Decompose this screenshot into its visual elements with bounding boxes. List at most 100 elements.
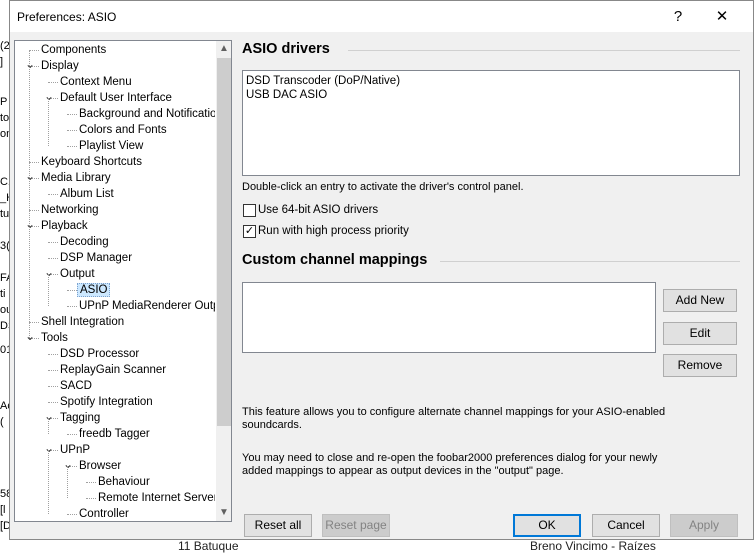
tree-item-label: Default User Interface — [60, 92, 172, 104]
edit-button[interactable]: Edit — [663, 322, 737, 345]
tree-connector — [48, 370, 58, 371]
tree-item[interactable]: ReplayGain Scanner — [58, 362, 168, 378]
tree-item[interactable]: Album List — [58, 186, 116, 202]
reset-page-button[interactable]: Reset page — [322, 514, 390, 537]
tree-connector — [29, 162, 39, 163]
tree-item[interactable]: Default User Interface — [58, 90, 174, 106]
tree-item[interactable]: ASIO — [77, 282, 111, 298]
tree-item[interactable]: Keyboard Shortcuts — [39, 154, 144, 170]
reset-all-button[interactable]: Reset all — [244, 514, 312, 537]
background-text-fragment: ( — [0, 416, 4, 428]
background-window-left-edge: (2] Pto on C1 _Htu 3(FA ti ou DS 01 Ac (58 [l [D — [0, 0, 9, 553]
tree-item-label: Behaviour — [98, 476, 150, 488]
apply-button[interactable]: Apply — [670, 514, 738, 537]
channel-mappings-list[interactable] — [242, 282, 656, 353]
tree-item[interactable]: Spotify Integration — [58, 394, 155, 410]
tree-item[interactable]: Tagging — [58, 410, 102, 426]
tree-connector — [86, 482, 96, 483]
driver-item[interactable]: USB DAC ASIO — [246, 89, 327, 101]
tree-guide-line — [29, 50, 30, 338]
tree-item[interactable]: Decoding — [58, 234, 111, 250]
tree-item-label: Tools — [41, 332, 68, 344]
driver-item[interactable]: DSD Transcoder (DoP/Native) — [246, 75, 400, 87]
tree-item[interactable]: DSP Manager — [58, 250, 134, 266]
cancel-button[interactable]: Cancel — [592, 514, 660, 537]
tree-item[interactable]: UPnP — [58, 442, 92, 458]
tree-item[interactable]: SACD — [58, 378, 94, 394]
tree-item[interactable]: DSD Processor — [58, 346, 141, 362]
tree-item-label: ReplayGain Scanner — [60, 364, 167, 376]
close-button[interactable]: ✕ — [700, 1, 744, 32]
heading-rule — [440, 261, 740, 262]
background-text-fragment: DS — [0, 320, 9, 332]
tree-item[interactable]: Browser — [77, 458, 123, 474]
tree-connector — [86, 498, 96, 499]
background-text-fragment: _H — [0, 192, 9, 204]
background-text-fragment: Ac — [0, 400, 9, 412]
tree-connector — [48, 82, 58, 83]
scroll-down-arrow-icon[interactable]: ▼ — [216, 505, 231, 521]
tree-scrollbar[interactable]: ▲ ▼ — [216, 41, 231, 521]
background-text-fragment: 01 — [0, 344, 9, 356]
tree-guide-line — [48, 274, 49, 306]
background-text-fragment: C1 — [0, 176, 9, 188]
tree-item[interactable]: Tools — [39, 330, 70, 346]
mappings-reopen-note: You may need to close and re-open the fo… — [242, 452, 658, 477]
tree-item[interactable]: Output — [58, 266, 97, 282]
scroll-thumb[interactable] — [217, 58, 231, 426]
use-64bit-checkbox[interactable] — [243, 204, 256, 217]
high-priority-checkbox[interactable]: ✓ — [243, 225, 256, 238]
background-track-artist: Breno Vincimo - Raízes — [530, 539, 656, 553]
background-text-fragment: ] — [0, 56, 4, 68]
drivers-hint: Double-click an entry to activate the dr… — [242, 181, 524, 193]
heading-rule — [348, 50, 740, 51]
background-text-fragment: to — [0, 112, 9, 124]
tree-item[interactable]: UPnP MediaRenderer Output — [77, 298, 215, 314]
tree-item[interactable]: Background and Notifications — [77, 106, 215, 122]
tree-item-label: Output — [60, 268, 95, 280]
tree-item[interactable]: Playlist View — [77, 138, 145, 154]
tree-connector — [29, 322, 39, 323]
tree-connector — [29, 210, 39, 211]
add-new-button[interactable]: Add New — [663, 289, 737, 312]
tree-item-label: Album List — [60, 188, 114, 200]
background-text-fragment: FA — [0, 272, 9, 284]
tree-item[interactable]: freedb Tagger — [77, 426, 152, 442]
tree-item-label: Browser — [79, 460, 122, 472]
use-64bit-label[interactable]: Use 64-bit ASIO drivers — [258, 204, 378, 217]
tree-item[interactable]: Shell Integration — [39, 314, 126, 330]
tree-item-label: UPnP — [60, 444, 91, 456]
ok-button[interactable]: OK — [513, 514, 581, 537]
tree-item[interactable]: Media Library — [39, 170, 113, 186]
remove-button[interactable]: Remove — [663, 354, 737, 377]
tree-connector — [48, 386, 58, 387]
tree-item-label: Keyboard Shortcuts — [41, 156, 143, 168]
tree-item-label: Background and Notifications — [79, 108, 215, 120]
tree-connector — [67, 514, 77, 515]
tree-item[interactable]: Networking — [39, 202, 101, 218]
preferences-dialog: Preferences: ASIO ? ✕ Components ⌄ Display… — [9, 0, 754, 540]
tree-item[interactable]: Playback — [39, 218, 90, 234]
tree-item[interactable]: Context Menu — [58, 74, 134, 90]
preferences-tree[interactable]: Components ⌄ Display Context Menu ⌄ Default U… — [14, 40, 232, 522]
scroll-up-arrow-icon[interactable]: ▲ — [216, 41, 231, 57]
tree-item[interactable]: Display — [39, 58, 81, 74]
tree-item[interactable]: Components — [39, 42, 108, 58]
background-text-fragment: tu — [0, 208, 9, 220]
tree-item[interactable]: Remote Internet Servers — [96, 490, 215, 506]
tree-connector — [29, 50, 39, 51]
tree-item[interactable]: Colors and Fonts — [77, 122, 169, 138]
tree-item-label: Spotify Integration — [60, 396, 153, 408]
tree-item-label: Networking — [41, 204, 99, 216]
tree-item-label: Playlist View — [79, 140, 144, 152]
tree-item[interactable]: Behaviour — [96, 474, 152, 490]
tree-item[interactable]: Controller — [77, 506, 131, 521]
high-priority-label[interactable]: Run with high process priority — [258, 225, 409, 238]
help-button[interactable]: ? — [656, 1, 700, 32]
tree-item-label: Remote Internet Servers — [98, 492, 215, 504]
background-text-fragment: [l — [0, 504, 6, 516]
background-text-fragment: 3( — [0, 240, 9, 252]
tree-item-label: ASIO — [77, 283, 111, 297]
tree-connector — [48, 242, 58, 243]
asio-drivers-list[interactable]: DSD Transcoder (DoP/Native) USB DAC ASIO — [242, 70, 740, 176]
